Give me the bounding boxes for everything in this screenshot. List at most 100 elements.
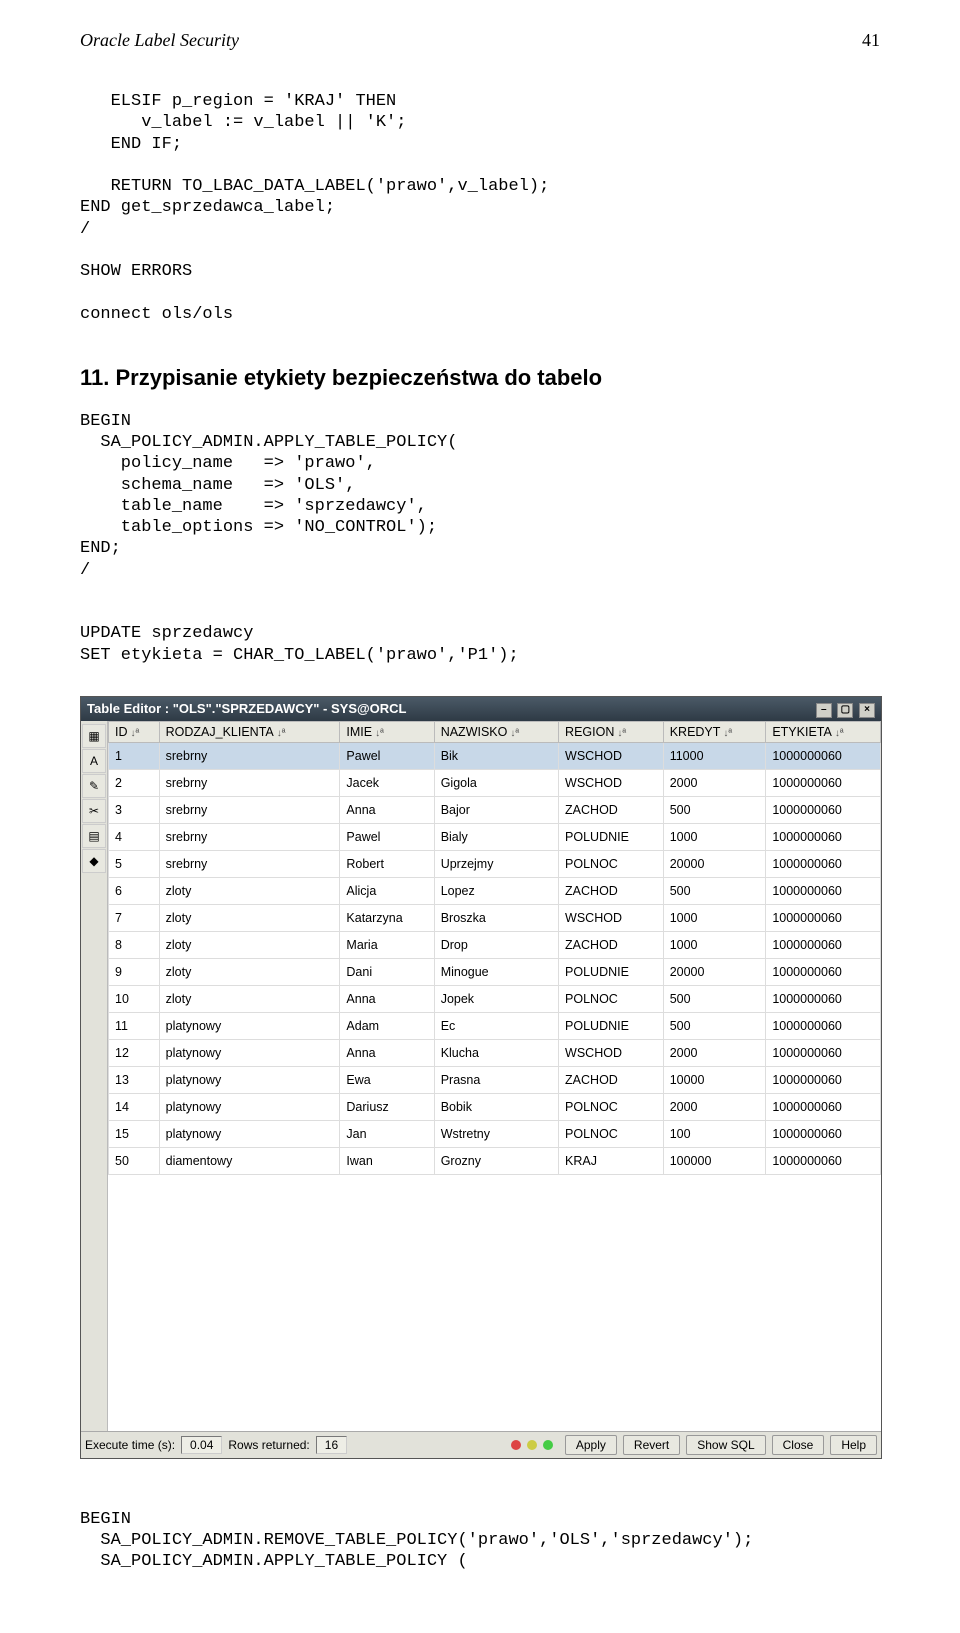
cell-id[interactable]: 14 — [109, 1093, 160, 1120]
cell-naz[interactable]: Lopez — [434, 877, 558, 904]
close-button[interactable]: Close — [772, 1435, 825, 1455]
cell-naz[interactable]: Jopek — [434, 985, 558, 1012]
cell-ety[interactable]: 1000000060 — [766, 823, 881, 850]
cell-rodzaj[interactable]: diamentowy — [159, 1147, 340, 1174]
cell-naz[interactable]: Minogue — [434, 958, 558, 985]
cell-id[interactable]: 5 — [109, 850, 160, 877]
cell-id[interactable]: 12 — [109, 1039, 160, 1066]
cell-imie[interactable]: Maria — [340, 931, 434, 958]
cell-region[interactable]: WSCHOD — [559, 904, 664, 931]
show-sql-button[interactable]: Show SQL — [686, 1435, 765, 1455]
cell-region[interactable]: POLUDNIE — [559, 1012, 664, 1039]
cell-naz[interactable]: Uprzejmy — [434, 850, 558, 877]
cell-rodzaj[interactable]: platynowy — [159, 1093, 340, 1120]
cell-region[interactable]: ZACHOD — [559, 931, 664, 958]
cell-naz[interactable]: Klucha — [434, 1039, 558, 1066]
cell-kredyt[interactable]: 500 — [663, 1012, 766, 1039]
doc-icon[interactable]: ✂ — [82, 799, 106, 823]
cell-imie[interactable]: Katarzyna — [340, 904, 434, 931]
cell-region[interactable]: POLNOC — [559, 1120, 664, 1147]
cell-region[interactable]: POLNOC — [559, 1093, 664, 1120]
cell-region[interactable]: ZACHOD — [559, 877, 664, 904]
cell-region[interactable]: WSCHOD — [559, 742, 664, 769]
cell-region[interactable]: POLUDNIE — [559, 958, 664, 985]
cell-kredyt[interactable]: 20000 — [663, 850, 766, 877]
cell-rodzaj[interactable]: zloty — [159, 877, 340, 904]
cell-ety[interactable]: 1000000060 — [766, 985, 881, 1012]
col-region[interactable]: REGION↓ª — [559, 721, 664, 742]
table-row[interactable]: 4srebrnyPawelBialyPOLUDNIE10001000000060 — [109, 823, 881, 850]
cell-naz[interactable]: Gigola — [434, 769, 558, 796]
cell-ety[interactable]: 1000000060 — [766, 796, 881, 823]
cell-naz[interactable]: Ec — [434, 1012, 558, 1039]
cell-rodzaj[interactable]: platynowy — [159, 1066, 340, 1093]
cell-rodzaj[interactable]: srebrny — [159, 823, 340, 850]
cell-kredyt[interactable]: 500 — [663, 877, 766, 904]
col-rodzaj[interactable]: RODZAJ_KLIENTA↓ª — [159, 721, 340, 742]
cell-region[interactable]: POLNOC — [559, 985, 664, 1012]
cell-ety[interactable]: 1000000060 — [766, 1066, 881, 1093]
close-icon[interactable]: × — [859, 703, 875, 718]
cell-kredyt[interactable]: 2000 — [663, 769, 766, 796]
cell-ety[interactable]: 1000000060 — [766, 931, 881, 958]
cell-rodzaj[interactable]: srebrny — [159, 850, 340, 877]
cell-imie[interactable]: Robert — [340, 850, 434, 877]
table-row[interactable]: 8zlotyMariaDropZACHOD10001000000060 — [109, 931, 881, 958]
cell-kredyt[interactable]: 100 — [663, 1120, 766, 1147]
cell-naz[interactable]: Broszka — [434, 904, 558, 931]
cell-region[interactable]: WSCHOD — [559, 1039, 664, 1066]
cell-kredyt[interactable]: 1000 — [663, 823, 766, 850]
cell-rodzaj[interactable]: zloty — [159, 958, 340, 985]
cell-rodzaj[interactable]: zloty — [159, 985, 340, 1012]
cell-imie[interactable]: Jan — [340, 1120, 434, 1147]
cell-kredyt[interactable]: 1000 — [663, 904, 766, 931]
cell-imie[interactable]: Ewa — [340, 1066, 434, 1093]
cell-imie[interactable]: Pawel — [340, 742, 434, 769]
table-row[interactable]: 2srebrnyJacekGigolaWSCHOD20001000000060 — [109, 769, 881, 796]
cell-ety[interactable]: 1000000060 — [766, 742, 881, 769]
col-id[interactable]: ID↓ª — [109, 721, 160, 742]
cell-kredyt[interactable]: 2000 — [663, 1093, 766, 1120]
cell-imie[interactable]: Anna — [340, 796, 434, 823]
apply-button[interactable]: Apply — [565, 1435, 617, 1455]
cell-id[interactable]: 11 — [109, 1012, 160, 1039]
cell-id[interactable]: 10 — [109, 985, 160, 1012]
cell-imie[interactable]: Pawel — [340, 823, 434, 850]
table-row[interactable]: 13platynowyEwaPrasnaZACHOD10000100000006… — [109, 1066, 881, 1093]
col-kredyt[interactable]: KREDYT↓ª — [663, 721, 766, 742]
text-icon[interactable]: A — [82, 749, 106, 773]
table-row[interactable]: 14platynowyDariuszBobikPOLNOC20001000000… — [109, 1093, 881, 1120]
cell-imie[interactable]: Jacek — [340, 769, 434, 796]
table-row[interactable]: 9zlotyDaniMinoguePOLUDNIE200001000000060 — [109, 958, 881, 985]
cell-region[interactable]: POLNOC — [559, 850, 664, 877]
cell-rodzaj[interactable]: srebrny — [159, 742, 340, 769]
cell-imie[interactable]: Dariusz — [340, 1093, 434, 1120]
cell-kredyt[interactable]: 1000 — [663, 931, 766, 958]
cell-rodzaj[interactable]: zloty — [159, 931, 340, 958]
cell-kredyt[interactable]: 500 — [663, 985, 766, 1012]
cell-id[interactable]: 1 — [109, 742, 160, 769]
cell-kredyt[interactable]: 20000 — [663, 958, 766, 985]
cell-ety[interactable]: 1000000060 — [766, 769, 881, 796]
table-row[interactable]: 7zlotyKatarzynaBroszkaWSCHOD100010000000… — [109, 904, 881, 931]
cell-ety[interactable]: 1000000060 — [766, 850, 881, 877]
col-imie[interactable]: IMIE↓ª — [340, 721, 434, 742]
cell-region[interactable]: WSCHOD — [559, 769, 664, 796]
window-titlebar[interactable]: Table Editor : "OLS"."SPRZEDAWCY" - SYS@… — [81, 697, 881, 721]
table-row[interactable]: 10zlotyAnnaJopekPOLNOC5001000000060 — [109, 985, 881, 1012]
grid-icon[interactable]: ▦ — [82, 724, 106, 748]
cell-ety[interactable]: 1000000060 — [766, 877, 881, 904]
cell-region[interactable]: ZACHOD — [559, 796, 664, 823]
cell-rodzaj[interactable]: platynowy — [159, 1012, 340, 1039]
table-row[interactable]: 3srebrnyAnnaBajorZACHOD5001000000060 — [109, 796, 881, 823]
db-icon[interactable]: ◆ — [82, 849, 106, 873]
cell-imie[interactable]: Iwan — [340, 1147, 434, 1174]
cell-naz[interactable]: Bialy — [434, 823, 558, 850]
cell-kredyt[interactable]: 100000 — [663, 1147, 766, 1174]
help-button[interactable]: Help — [830, 1435, 877, 1455]
cell-ety[interactable]: 1000000060 — [766, 1120, 881, 1147]
cell-rodzaj[interactable]: srebrny — [159, 769, 340, 796]
col-nazwisko[interactable]: NAZWISKO↓ª — [434, 721, 558, 742]
cell-ety[interactable]: 1000000060 — [766, 1093, 881, 1120]
cell-kredyt[interactable]: 11000 — [663, 742, 766, 769]
